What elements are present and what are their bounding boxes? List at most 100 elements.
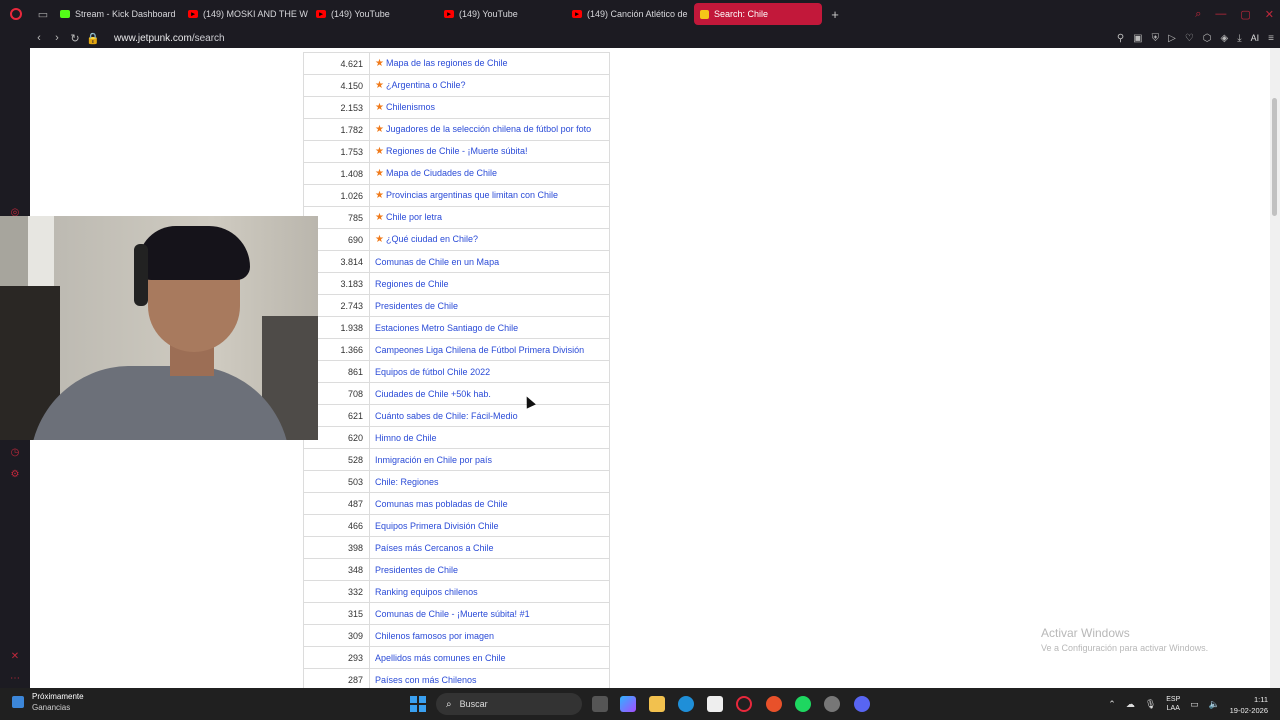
quiz-link[interactable]: Equipos de fútbol Chile 2022 (375, 367, 490, 377)
close-icon[interactable]: ✕ (1265, 8, 1274, 21)
widget-subtitle: Ganancias (32, 703, 71, 712)
quiz-link[interactable]: Campeones Liga Chilena de Fútbol Primera… (375, 345, 584, 355)
store-icon[interactable] (707, 696, 723, 712)
quiz-link[interactable]: Presidentes de Chile (375, 565, 458, 575)
quiz-link[interactable]: Equipos Primera División Chile (375, 521, 499, 531)
language-indicator[interactable]: ESP LAA (1166, 695, 1180, 713)
quiz-link[interactable]: Regiones de Chile (375, 279, 449, 289)
result-count: 2.153 (303, 96, 370, 119)
quiz-link[interactable]: Mapa de Ciudades de Chile (386, 168, 497, 178)
tab-label: Search: Chile (714, 9, 769, 19)
youtube-icon: ▸ (316, 10, 326, 18)
tab-label: (149) MOSKI AND THE W (203, 9, 308, 19)
quiz-link[interactable]: Chilenismos (386, 102, 435, 112)
url-field[interactable]: www.jetpunk.com/search (114, 33, 225, 44)
sidebar-history-icon[interactable]: ◷ (9, 446, 21, 458)
quiz-link[interactable]: Presidentes de Chile (375, 301, 458, 311)
task-view-icon[interactable] (592, 696, 608, 712)
quiz-link[interactable]: Provincias argentinas que limitan con Ch… (386, 190, 558, 200)
quiz-link[interactable]: Chilenos famosos por imagen (375, 631, 494, 641)
quiz-link[interactable]: ¿Qué ciudad en Chile? (386, 234, 478, 244)
opera-taskbar-icon[interactable] (736, 696, 752, 712)
quiz-link[interactable]: Países con más Chilenos (375, 675, 477, 685)
jetpunk-icon (700, 9, 709, 19)
download-icon[interactable]: ⤓ (1237, 33, 1241, 44)
forward-button[interactable]: › (48, 28, 66, 48)
start-button[interactable] (410, 696, 426, 712)
browser-tab[interactable]: ▸ (149) Canción Atlético de (566, 3, 694, 25)
weather-widget[interactable]: Próximamente Ganancias (12, 692, 84, 712)
browser-tab[interactable]: ▸ (149) YouTube (438, 3, 566, 25)
minimize-icon[interactable]: — (1215, 8, 1226, 20)
result-cell: Campeones Liga Chilena de Fútbol Primera… (369, 338, 610, 361)
quiz-link[interactable]: Comunas mas pobladas de Chile (375, 499, 508, 509)
tray-network-icon[interactable]: ▭ (1190, 699, 1199, 710)
sidebar-close-icon[interactable]: ✕ (9, 650, 21, 662)
menu-icon[interactable]: ≡ (1268, 33, 1274, 44)
shield-icon[interactable]: ⛨ (1152, 33, 1160, 44)
screen: ▭ Stream - Kick Dashboard ▸ (149) MOSKI AN… (0, 0, 1280, 720)
search-placeholder: Buscar (459, 699, 488, 709)
clock[interactable]: 1:11 19-02-2026 (1230, 694, 1268, 716)
heart-icon[interactable]: ♡ (1185, 33, 1194, 44)
quiz-link[interactable]: Jugadores de la selección chilena de fút… (386, 124, 591, 134)
snapshot-icon[interactable]: ▣ (1133, 33, 1142, 44)
quiz-link[interactable]: Chile por letra (386, 212, 442, 222)
quiz-link[interactable]: Mapa de las regiones de Chile (386, 58, 508, 68)
search-tabs-icon[interactable]: ⌕ (1195, 8, 1201, 21)
taskbar-search[interactable]: ⌕ Buscar (436, 693, 582, 715)
result-cell: Comunas de Chile - ¡Muerte súbita! #1 (369, 602, 610, 625)
quiz-link[interactable]: Regiones de Chile - ¡Muerte súbita! (386, 146, 528, 156)
quiz-link[interactable]: Países más Cercanos a Chile (375, 543, 494, 553)
featured-star-icon: ★ (375, 58, 384, 69)
tray-onedrive-icon[interactable]: ☁ (1126, 699, 1135, 710)
tray-volume-icon[interactable]: 🔈 (1209, 699, 1220, 710)
tray-chevron-icon[interactable]: ⌃ (1108, 699, 1116, 710)
quiz-link[interactable]: Ranking equipos chilenos (375, 587, 478, 597)
lock-icon: 🔒 (86, 32, 100, 45)
quiz-link[interactable]: Chile: Regiones (375, 477, 439, 487)
maximize-icon[interactable]: ▢ (1240, 8, 1250, 21)
browser-tab[interactable]: Stream - Kick Dashboard (54, 3, 182, 25)
reload-button[interactable]: ↻ (66, 28, 84, 48)
opera-gx-icon[interactable] (766, 696, 782, 712)
settings-app-icon[interactable] (824, 696, 840, 712)
file-explorer-icon[interactable] (649, 696, 665, 712)
quiz-link[interactable]: ¿Argentina o Chile? (386, 80, 466, 90)
tray-mic-icon[interactable]: 🎙 (1145, 699, 1156, 710)
play-icon[interactable]: ▷ (1168, 33, 1176, 44)
quiz-link[interactable]: Ciudades de Chile +50k hab. (375, 389, 491, 399)
watermark-title: Activar Windows (1041, 626, 1130, 640)
extensions-icon[interactable]: ⬡ (1203, 33, 1212, 44)
sidebar-more-icon[interactable]: ⋯ (9, 672, 21, 684)
copilot-icon[interactable] (620, 696, 636, 712)
quiz-link[interactable]: Inmigración en Chile por país (375, 455, 492, 465)
pin-icon[interactable]: ⚲ (1117, 33, 1124, 44)
sidebar-settings-icon[interactable]: ⚙ (9, 468, 21, 480)
edge-icon[interactable] (678, 696, 694, 712)
ai-button[interactable]: AI (1251, 33, 1260, 44)
wallet-icon[interactable]: ◈ (1221, 33, 1229, 44)
result-row: 620 Himno de Chile (303, 426, 610, 449)
system-tray: ⌃ ☁ 🎙 ESP LAA ▭ 🔈 (1108, 688, 1220, 720)
spotify-icon[interactable] (795, 696, 811, 712)
opera-logo-icon[interactable] (0, 0, 32, 28)
browser-tab[interactable]: Search: Chile (694, 3, 822, 25)
quiz-link[interactable]: Cuánto sabes de Chile: Fácil-Medio (375, 411, 518, 421)
browser-tab[interactable]: ▸ (149) MOSKI AND THE W (182, 3, 310, 25)
quiz-link[interactable]: Comunas de Chile en un Mapa (375, 257, 499, 267)
clock-time: 1:11 (1253, 695, 1268, 704)
page-scrollbar[interactable] (1270, 48, 1280, 688)
back-button[interactable]: ‹ (30, 28, 48, 48)
new-tab-button[interactable]: + (826, 5, 844, 23)
browser-tab[interactable]: ▸ (149) YouTube (310, 3, 438, 25)
quiz-link[interactable]: Estaciones Metro Santiago de Chile (375, 323, 518, 333)
result-count: 466 (303, 514, 370, 537)
scrollbar-thumb[interactable] (1272, 98, 1277, 216)
quiz-link[interactable]: Himno de Chile (375, 433, 437, 443)
quiz-link[interactable]: Apellidos más comunes en Chile (375, 653, 506, 663)
workspaces-icon[interactable]: ▭ (32, 0, 54, 28)
result-row: 398 Países más Cercanos a Chile (303, 536, 610, 559)
quiz-link[interactable]: Comunas de Chile - ¡Muerte súbita! #1 (375, 609, 530, 619)
discord-icon[interactable] (854, 696, 870, 712)
